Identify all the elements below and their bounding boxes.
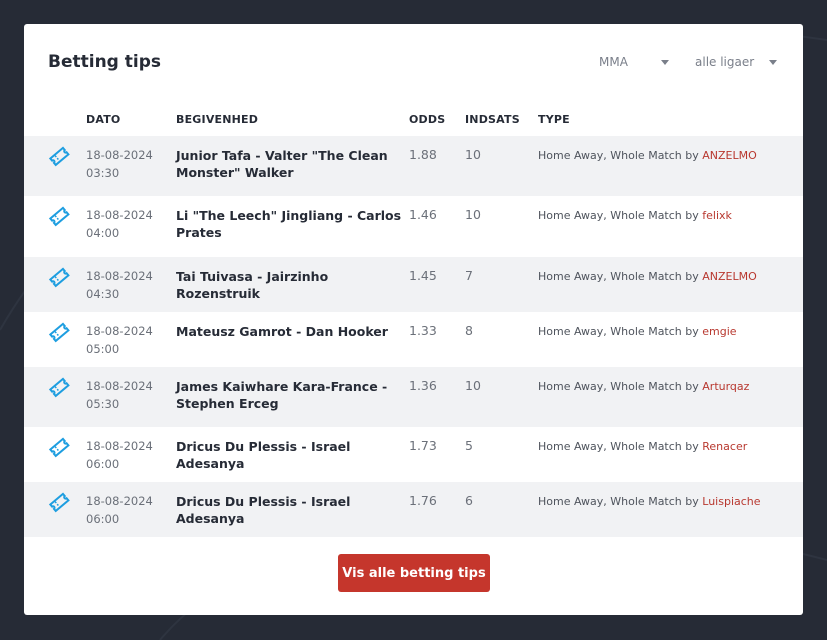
- ticket-icon: [48, 322, 70, 343]
- tip-stake: 10: [465, 378, 481, 393]
- chevron-down-icon: [660, 59, 669, 65]
- tip-date: 18-08-2024 03:30: [86, 148, 153, 180]
- tip-stake: 6: [465, 493, 473, 508]
- tip-event: Li "The Leech" Jingliang - Carlos Prates: [176, 208, 402, 240]
- tips-table: 18-08-2024 03:30 Junior Tafa - Valter "Th…: [24, 136, 803, 537]
- table-row[interactable]: 18-08-2024 04:00 Li "The Leech" Jingliang…: [24, 196, 803, 257]
- table-row[interactable]: 18-08-2024 04:30 Tai Tuivasa - Jairzinho …: [24, 257, 803, 312]
- tip-odds: 1.88: [409, 147, 437, 162]
- tip-odds: 1.46: [409, 207, 437, 222]
- table-row[interactable]: 18-08-2024 05:00 Mateusz Gamrot - Dan Hoo…: [24, 312, 803, 367]
- header-date: DATO: [86, 113, 121, 126]
- tipster-link[interactable]: Renacer: [702, 440, 747, 453]
- tip-type: Home Away, Whole Match by felixk: [538, 209, 732, 222]
- league-select-value: alle ligaer: [695, 55, 755, 69]
- tipster-link[interactable]: Arturqaz: [702, 380, 749, 393]
- table-row[interactable]: 18-08-2024 06:00 Dricus Du Plessis - Isra…: [24, 482, 803, 537]
- tipster-link[interactable]: ANZELMO: [702, 149, 757, 162]
- tip-date: 18-08-2024 04:00: [86, 208, 153, 240]
- league-select[interactable]: alle ligaer: [695, 55, 778, 69]
- header-odds: ODDS: [409, 113, 446, 126]
- header-type: TYPE: [538, 113, 570, 126]
- tip-type: Home Away, Whole Match by ANZELMO: [538, 270, 757, 283]
- tip-odds: 1.73: [409, 438, 437, 453]
- tipster-link[interactable]: ANZELMO: [702, 270, 757, 283]
- ticket-icon: [48, 267, 70, 288]
- tip-odds: 1.76: [409, 493, 437, 508]
- tip-stake: 5: [465, 438, 473, 453]
- tip-type: Home Away, Whole Match by Luispiache: [538, 495, 761, 508]
- tip-type: Home Away, Whole Match by Arturqaz: [538, 380, 750, 393]
- tipster-link[interactable]: Luispiache: [702, 495, 760, 508]
- tip-event: Mateusz Gamrot - Dan Hooker: [176, 324, 388, 339]
- tip-date: 18-08-2024 05:30: [86, 379, 153, 411]
- ticket-icon: [48, 146, 70, 167]
- table-row[interactable]: 18-08-2024 05:30 James Kaiwhare Kara-Fran…: [24, 367, 803, 427]
- tip-event: Dricus Du Plessis - Israel Adesanya: [176, 439, 351, 471]
- tipster-link[interactable]: felixk: [702, 209, 732, 222]
- tip-stake: 10: [465, 207, 481, 222]
- tip-date: 18-08-2024 04:30: [86, 269, 153, 301]
- tip-odds: 1.45: [409, 268, 437, 283]
- chevron-down-icon: [769, 59, 778, 65]
- tip-date: 18-08-2024 05:00: [86, 324, 153, 356]
- ticket-icon: [48, 206, 70, 227]
- header-event: BEGIVENHED: [176, 113, 259, 126]
- sport-select[interactable]: MMA: [599, 55, 669, 69]
- header-stake: INDSATS: [465, 113, 520, 126]
- ticket-icon: [48, 377, 70, 398]
- tip-stake: 10: [465, 147, 481, 162]
- ticket-icon: [48, 437, 70, 458]
- tip-event: Tai Tuivasa - Jairzinho Rozenstruik: [176, 269, 329, 301]
- tip-odds: 1.33: [409, 323, 437, 338]
- table-row[interactable]: 18-08-2024 03:30 Junior Tafa - Valter "Th…: [24, 136, 803, 196]
- tip-date: 18-08-2024 06:00: [86, 439, 153, 471]
- table-row[interactable]: 18-08-2024 06:00 Dricus Du Plessis - Isra…: [24, 427, 803, 482]
- tip-event: Dricus Du Plessis - Israel Adesanya: [176, 494, 351, 526]
- ticket-icon: [48, 492, 70, 513]
- tip-type: Home Away, Whole Match by emgie: [538, 325, 737, 338]
- tip-type: Home Away, Whole Match by ANZELMO: [538, 149, 757, 162]
- tip-date: 18-08-2024 06:00: [86, 494, 153, 526]
- card-title: Betting tips: [48, 52, 161, 72]
- tip-event: Junior Tafa - Valter "The Clean Monster"…: [176, 148, 388, 180]
- tip-stake: 7: [465, 268, 473, 283]
- tipster-link[interactable]: emgie: [702, 325, 736, 338]
- tip-stake: 8: [465, 323, 473, 338]
- tip-odds: 1.36: [409, 378, 437, 393]
- tip-type: Home Away, Whole Match by Renacer: [538, 440, 748, 453]
- tip-event: James Kaiwhare Kara-France - Stephen Erc…: [176, 379, 388, 411]
- betting-tips-card: Betting tips MMA alle ligaer DATO BEGIVE…: [24, 24, 803, 615]
- show-all-tips-button[interactable]: Vis alle betting tips: [338, 554, 490, 592]
- sport-select-value: MMA: [599, 55, 628, 69]
